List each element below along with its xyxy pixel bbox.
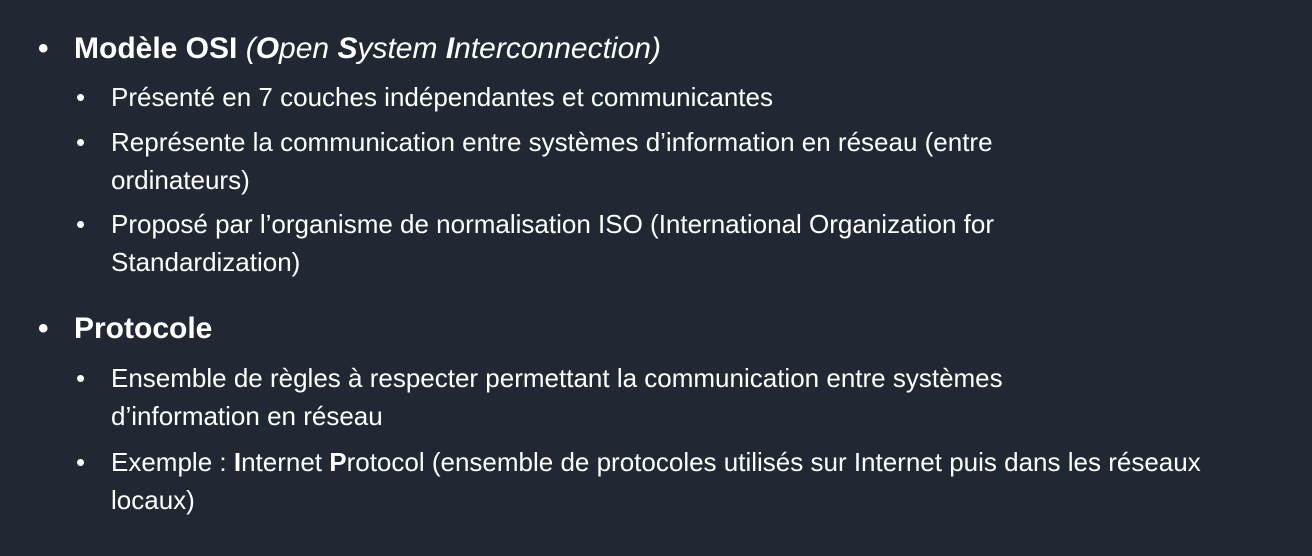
example-letter-p: P <box>329 447 347 477</box>
osi-word-pen: pen <box>279 32 338 65</box>
bullet-dot: • <box>76 363 86 393</box>
bullet-dot: • <box>38 32 49 65</box>
example-word-nternet: nternet <box>241 447 330 477</box>
slide: • Modèle OSI (Open System Interconnectio… <box>0 0 1312 556</box>
protocol-heading: Protocole <box>74 312 213 345</box>
bullet-dot: • <box>76 447 86 477</box>
osi-letter-i: I <box>445 32 455 65</box>
osi-iso-text: Proposé par l’organisme de normalisation… <box>111 209 995 277</box>
protocol-example-text: Exemple : Internet Protocol (ensemble de… <box>111 443 1261 519</box>
example-prefix: Exemple : <box>111 447 234 477</box>
protocol-definition-text: Ensemble de règles à respecter permettan… <box>111 363 1003 431</box>
bullet-dot: • <box>38 312 49 345</box>
osi-communication-text: Représente la communication entre systèm… <box>111 127 993 195</box>
osi-model-heading: Modèle OSI (Open System Interconnection) <box>74 31 661 67</box>
bullet-dot: • <box>76 127 86 157</box>
example-letter-i: I <box>233 447 242 477</box>
osi-title-bold: Modèle OSI <box>74 32 238 65</box>
osi-word-ystem: ystem <box>357 32 446 65</box>
osi-paren-open: ( <box>245 32 256 65</box>
osi-word-nterconnection: nterconnection) <box>454 32 661 65</box>
bullet-dot: • <box>76 82 86 112</box>
osi-letter-o: O <box>255 32 280 65</box>
bullet-dot: • <box>76 209 86 239</box>
osi-layers-text: Présenté en 7 couches indépendantes et c… <box>111 82 773 112</box>
osi-letter-s: S <box>337 32 358 65</box>
